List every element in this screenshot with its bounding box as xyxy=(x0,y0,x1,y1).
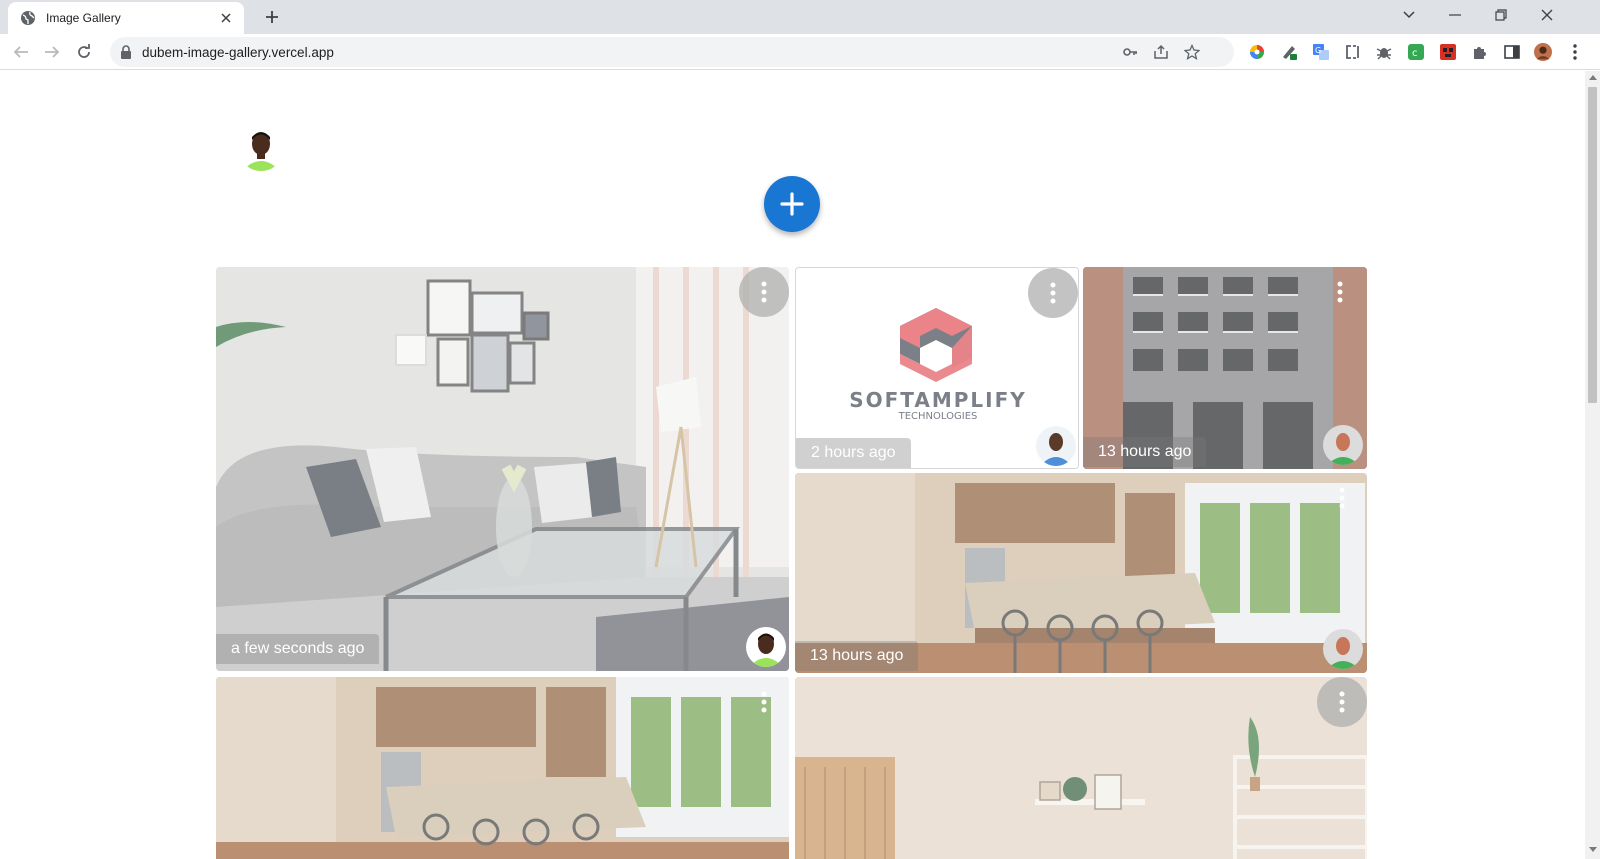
card-menu-button[interactable] xyxy=(739,267,789,317)
card-timestamp: a few seconds ago xyxy=(216,634,380,664)
css-extension-icon[interactable] xyxy=(1343,43,1361,61)
url-text: dubem-image-gallery.vercel.app xyxy=(142,45,334,60)
lock-icon[interactable] xyxy=(120,45,132,59)
translate-extension-icon[interactable]: G xyxy=(1312,43,1330,61)
scroll-up-icon[interactable] xyxy=(1589,75,1597,80)
tab-title: Image Gallery xyxy=(46,11,121,25)
image-overlay xyxy=(216,677,789,859)
puzzle-extensions-icon[interactable] xyxy=(1471,43,1489,61)
card-menu-button[interactable] xyxy=(1028,268,1078,318)
gallery-card-kitchen-2[interactable] xyxy=(216,677,789,859)
card-menu-button[interactable] xyxy=(1315,267,1365,317)
browser-tab-strip: Image Gallery xyxy=(0,0,1600,34)
card-menu-button[interactable] xyxy=(739,677,789,727)
owner-avatar[interactable] xyxy=(746,627,786,667)
gallery-card-living-room[interactable]: a few seconds ago xyxy=(216,267,789,671)
page-viewport: a few seconds ago SOFTAMPLIFY TECHNOLOGI… xyxy=(0,71,1585,859)
key-icon[interactable] xyxy=(1122,44,1138,60)
green-extension-icon[interactable]: c xyxy=(1407,43,1425,61)
card-timestamp: 2 hours ago xyxy=(796,438,911,468)
card-timestamp: 13 hours ago xyxy=(1083,437,1207,467)
scrollbar-thumb[interactable] xyxy=(1588,87,1597,403)
forward-icon[interactable] xyxy=(40,40,64,64)
restore-icon[interactable] xyxy=(1478,0,1524,30)
close-window-icon[interactable] xyxy=(1524,0,1570,30)
owner-avatar[interactable] xyxy=(1036,426,1076,466)
pen-extension-icon[interactable] xyxy=(1280,43,1298,61)
globe-icon xyxy=(21,11,35,25)
tab-search-icon[interactable] xyxy=(1386,0,1432,30)
more-vert-icon xyxy=(1339,487,1345,509)
close-tab-icon[interactable] xyxy=(218,10,234,26)
back-icon[interactable] xyxy=(9,40,33,64)
image-overlay xyxy=(216,267,789,671)
red-extension-icon[interactable] xyxy=(1439,43,1457,61)
side-panel-icon[interactable] xyxy=(1503,43,1521,61)
more-vert-icon xyxy=(1337,281,1343,303)
more-vert-icon xyxy=(761,281,767,303)
owner-avatar[interactable] xyxy=(1323,425,1363,465)
gallery-card-building[interactable]: 13 hours ago xyxy=(1083,267,1367,469)
card-timestamp: 13 hours ago xyxy=(795,641,919,671)
menu-kebab-icon[interactable] xyxy=(1566,43,1584,61)
address-bar[interactable]: dubem-image-gallery.vercel.app xyxy=(110,37,1234,67)
bug-extension-icon[interactable] xyxy=(1375,43,1393,61)
user-avatar[interactable] xyxy=(238,125,284,171)
profile-avatar-icon[interactable] xyxy=(1534,43,1552,61)
scroll-down-icon[interactable] xyxy=(1589,847,1597,852)
color-picker-extension-icon[interactable] xyxy=(1248,43,1266,61)
page-scrollbar[interactable] xyxy=(1585,71,1600,859)
more-vert-icon xyxy=(1339,691,1345,713)
minimize-icon[interactable] xyxy=(1432,0,1478,30)
more-vert-icon xyxy=(1050,282,1056,304)
svg-text:G: G xyxy=(1315,46,1321,55)
card-menu-button[interactable] xyxy=(1317,677,1367,727)
svg-text:c: c xyxy=(1412,48,1418,59)
browser-tab[interactable]: Image Gallery xyxy=(8,2,244,34)
gallery-card-room-shelf[interactable] xyxy=(795,677,1367,859)
reload-icon[interactable] xyxy=(72,40,96,64)
image-overlay xyxy=(795,677,1367,859)
card-menu-button[interactable] xyxy=(1317,473,1367,523)
browser-toolbar: dubem-image-gallery.vercel.app G c xyxy=(0,34,1600,70)
share-icon[interactable] xyxy=(1153,44,1169,60)
owner-avatar[interactable] xyxy=(1323,629,1363,669)
plus-icon xyxy=(780,192,804,216)
new-tab-button[interactable] xyxy=(262,7,282,27)
add-image-button[interactable] xyxy=(764,176,820,232)
gallery-card-kitchen-1[interactable]: 13 hours ago xyxy=(795,473,1367,673)
more-vert-icon xyxy=(761,691,767,713)
star-icon[interactable] xyxy=(1184,44,1200,60)
gallery-card-softamplify[interactable]: SOFTAMPLIFY TECHNOLOGIES 2 hours ago xyxy=(795,267,1079,469)
